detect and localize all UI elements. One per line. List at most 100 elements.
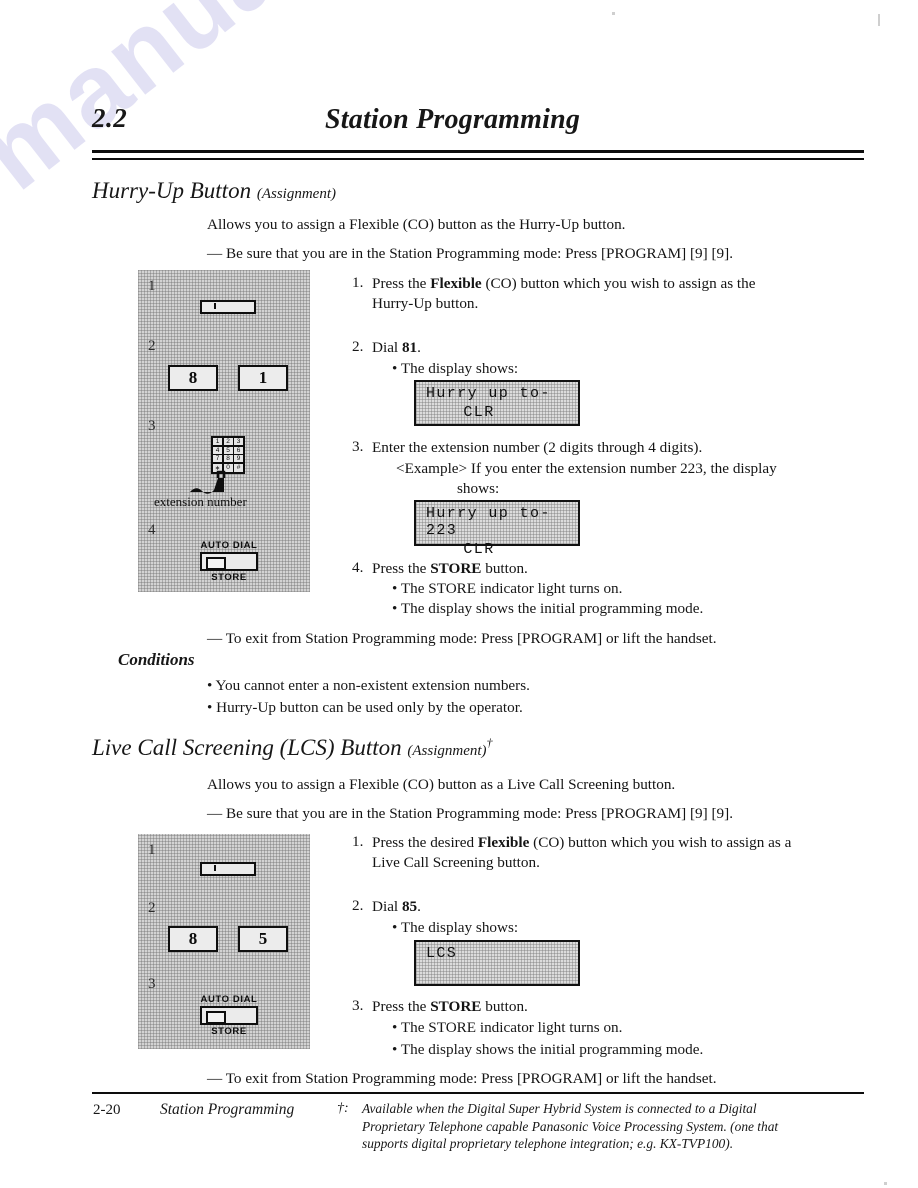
- lcs-step-3-bold: STORE: [430, 998, 482, 1015]
- lcs-auto-dial-label: AUTO DIAL: [200, 994, 258, 1005]
- footer-rule: [92, 1092, 864, 1094]
- lcd-display-hurry-up-empty: Hurry up to- CLR: [414, 380, 580, 426]
- step-2-bold: 81: [401, 339, 418, 356]
- step-4-text-part2: button.: [481, 560, 528, 577]
- keypad-key-1: 1: [213, 438, 222, 446]
- step-2-bullet: • The display shows:: [392, 360, 519, 377]
- step-2-text-part1: Dial: [372, 339, 402, 356]
- lcs-store-label: STORE: [211, 1026, 247, 1037]
- lcd-line-2: CLR: [463, 541, 495, 558]
- condition-item-1: • You cannot enter a non-existent extens…: [207, 677, 530, 694]
- keypad-key-8: 8: [223, 455, 233, 463]
- keypad-caption: extension number: [154, 494, 247, 509]
- footer-section-label: Station Programming: [160, 1101, 295, 1118]
- step-4-bullet-2: • The display shows the initial programm…: [392, 600, 704, 617]
- heading-lcs-button: Live Call Screening (LCS) Button (Assign…: [92, 735, 493, 761]
- lcs-step-3-text-part1: Press the: [372, 998, 431, 1015]
- step-3-text: Enter the extension number (2 digits thr…: [372, 439, 703, 456]
- lcs-step-3-text-part2: button.: [481, 998, 528, 1015]
- lcs-step-3-number: 3.: [352, 997, 364, 1014]
- lcs-step-1-bold: Flexible: [477, 834, 530, 851]
- scan-speckle: [878, 14, 880, 26]
- hurry-up-exit: — To exit from Station Programming mode:…: [207, 630, 717, 647]
- heading-lcs-text: Live Call Screening (LCS) Button: [92, 735, 402, 760]
- page-number: 2-20: [93, 1102, 121, 1118]
- step-2-text: Dial 81.: [372, 338, 421, 358]
- lcs-keycap-8: 8: [168, 926, 218, 952]
- conditions-heading: Conditions: [118, 650, 195, 669]
- lcs-step-3-bullet-2: • The display shows the initial programm…: [392, 1041, 704, 1058]
- step-2-number: 2.: [352, 338, 364, 355]
- heading-lcs-dagger: †: [486, 735, 493, 750]
- scan-speckle: [884, 1182, 887, 1185]
- lcs-store-button-body: [200, 1006, 258, 1025]
- lcs-step-2-number: 2.: [352, 897, 364, 914]
- step-3-example-line1: <Example> If you enter the extension num…: [396, 460, 777, 477]
- document-page: manualsarchive.com 2.2 Station Programmi…: [0, 0, 918, 1188]
- step-4-text-part1: Press the: [372, 560, 431, 577]
- footnote-marker: †:: [337, 1101, 349, 1116]
- lcs-step-1-text-part2: (CO) button which you wish to assign as …: [529, 834, 792, 851]
- lcs-diagram-step-number-1: 1: [148, 842, 156, 858]
- auto-dial-store-button-icon: AUTO DIAL STORE: [200, 540, 258, 583]
- lcs-step-2-bullet: • The display shows:: [392, 919, 519, 936]
- lcs-auto-dial-store-button-icon: AUTO DIAL STORE: [200, 994, 258, 1037]
- keypad-key-2: 2: [223, 438, 233, 446]
- diagram-step-number-1: 1: [148, 278, 156, 294]
- lcs-exit: — To exit from Station Programming mode:…: [207, 1070, 717, 1087]
- lcs-step-3-bullet-1: • The STORE indicator light turns on.: [392, 1019, 623, 1036]
- keypad-key-7: 7: [213, 455, 222, 463]
- keycap-8: 8: [168, 365, 218, 391]
- keypad-key-3: 3: [234, 438, 243, 446]
- section-number: 2.2: [92, 103, 128, 133]
- page-title: Station Programming: [325, 104, 581, 135]
- step-1-number: 1.: [352, 274, 364, 291]
- lcs-flexible-co-button-icon: [200, 862, 256, 876]
- footnote-text: Available when the Digital Super Hybrid …: [362, 1101, 779, 1151]
- lcd-line-1: Hurry up to-: [426, 385, 551, 402]
- lcs-step-2-text: Dial 85.: [372, 897, 421, 917]
- step-3-example-line2: shows:: [457, 480, 500, 497]
- lcs-diagram-step-number-2: 2: [148, 900, 156, 916]
- hurry-up-intro: Allows you to assign a Flexible (CO) but…: [207, 216, 626, 233]
- lcs-step-3-text: Press the STORE button.: [372, 997, 528, 1017]
- hurry-up-diagram-panel: 1 2 8 1 3 1 2 3 4 5 6 7 8 9 ∗ 0 # extens…: [138, 270, 310, 592]
- diagram-step-number-3: 3: [148, 418, 156, 434]
- header-rule: [92, 150, 864, 160]
- lcd-display-lcs: LCS: [414, 940, 580, 986]
- diagram-step-number-4: 4: [148, 522, 156, 538]
- lcs-step-2-text-part1: Dial: [372, 898, 402, 915]
- lcs-step-1-line2: Live Call Screening button.: [372, 854, 540, 871]
- step-1-text: Press the Flexible (CO) button which you…: [372, 274, 822, 314]
- lcs-intro: Allows you to assign a Flexible (CO) but…: [207, 776, 676, 793]
- step-4-bold: STORE: [430, 560, 482, 577]
- keypad-key-6: 6: [234, 446, 243, 454]
- dial-keypad-icon: 1 2 3 4 5 6 7 8 9 ∗ 0 #: [211, 436, 245, 474]
- heading-hurry-up-suffix: (Assignment): [256, 186, 336, 202]
- scan-speckle: [612, 12, 615, 15]
- keypad-key-9: 9: [234, 455, 243, 463]
- heading-hurry-up-text: Hurry-Up Button: [92, 178, 252, 203]
- step-1-bold: Flexible: [430, 275, 482, 292]
- lcs-precondition: — Be sure that you are in the Station Pr…: [207, 805, 734, 822]
- lcd-line-1: Hurry up to-223: [426, 505, 551, 539]
- store-button-body: [200, 552, 258, 571]
- keycap-1: 1: [238, 365, 288, 391]
- step-4-number: 4.: [352, 559, 364, 576]
- condition-item-2: • Hurry-Up button can be used only by th…: [207, 699, 523, 716]
- step-3-number: 3.: [352, 438, 364, 455]
- flexible-co-button-icon: [200, 300, 256, 314]
- lcs-step-1-text-part1: Press the desired: [372, 834, 478, 851]
- step-2-text-part2: .: [417, 339, 421, 356]
- lcs-diagram-step-number-3: 3: [148, 976, 156, 992]
- step-1-text-part1: Press the: [372, 275, 431, 292]
- lcs-step-1-text: Press the desired Flexible (CO) button w…: [372, 833, 832, 873]
- diagram-step-number-2: 2: [148, 338, 156, 354]
- step-1-text-part2: (CO) button which you wish to assign as …: [481, 275, 756, 292]
- hurry-up-precondition: — Be sure that you are in the Station Pr…: [207, 245, 734, 262]
- store-label: STORE: [211, 572, 247, 583]
- keypad-key-5: 5: [223, 446, 233, 454]
- lcs-diagram-panel: 1 2 8 5 3 AUTO DIAL STORE: [138, 834, 310, 1049]
- lcs-keycap-5: 5: [238, 926, 288, 952]
- lcs-step-2-bold: 85: [401, 898, 418, 915]
